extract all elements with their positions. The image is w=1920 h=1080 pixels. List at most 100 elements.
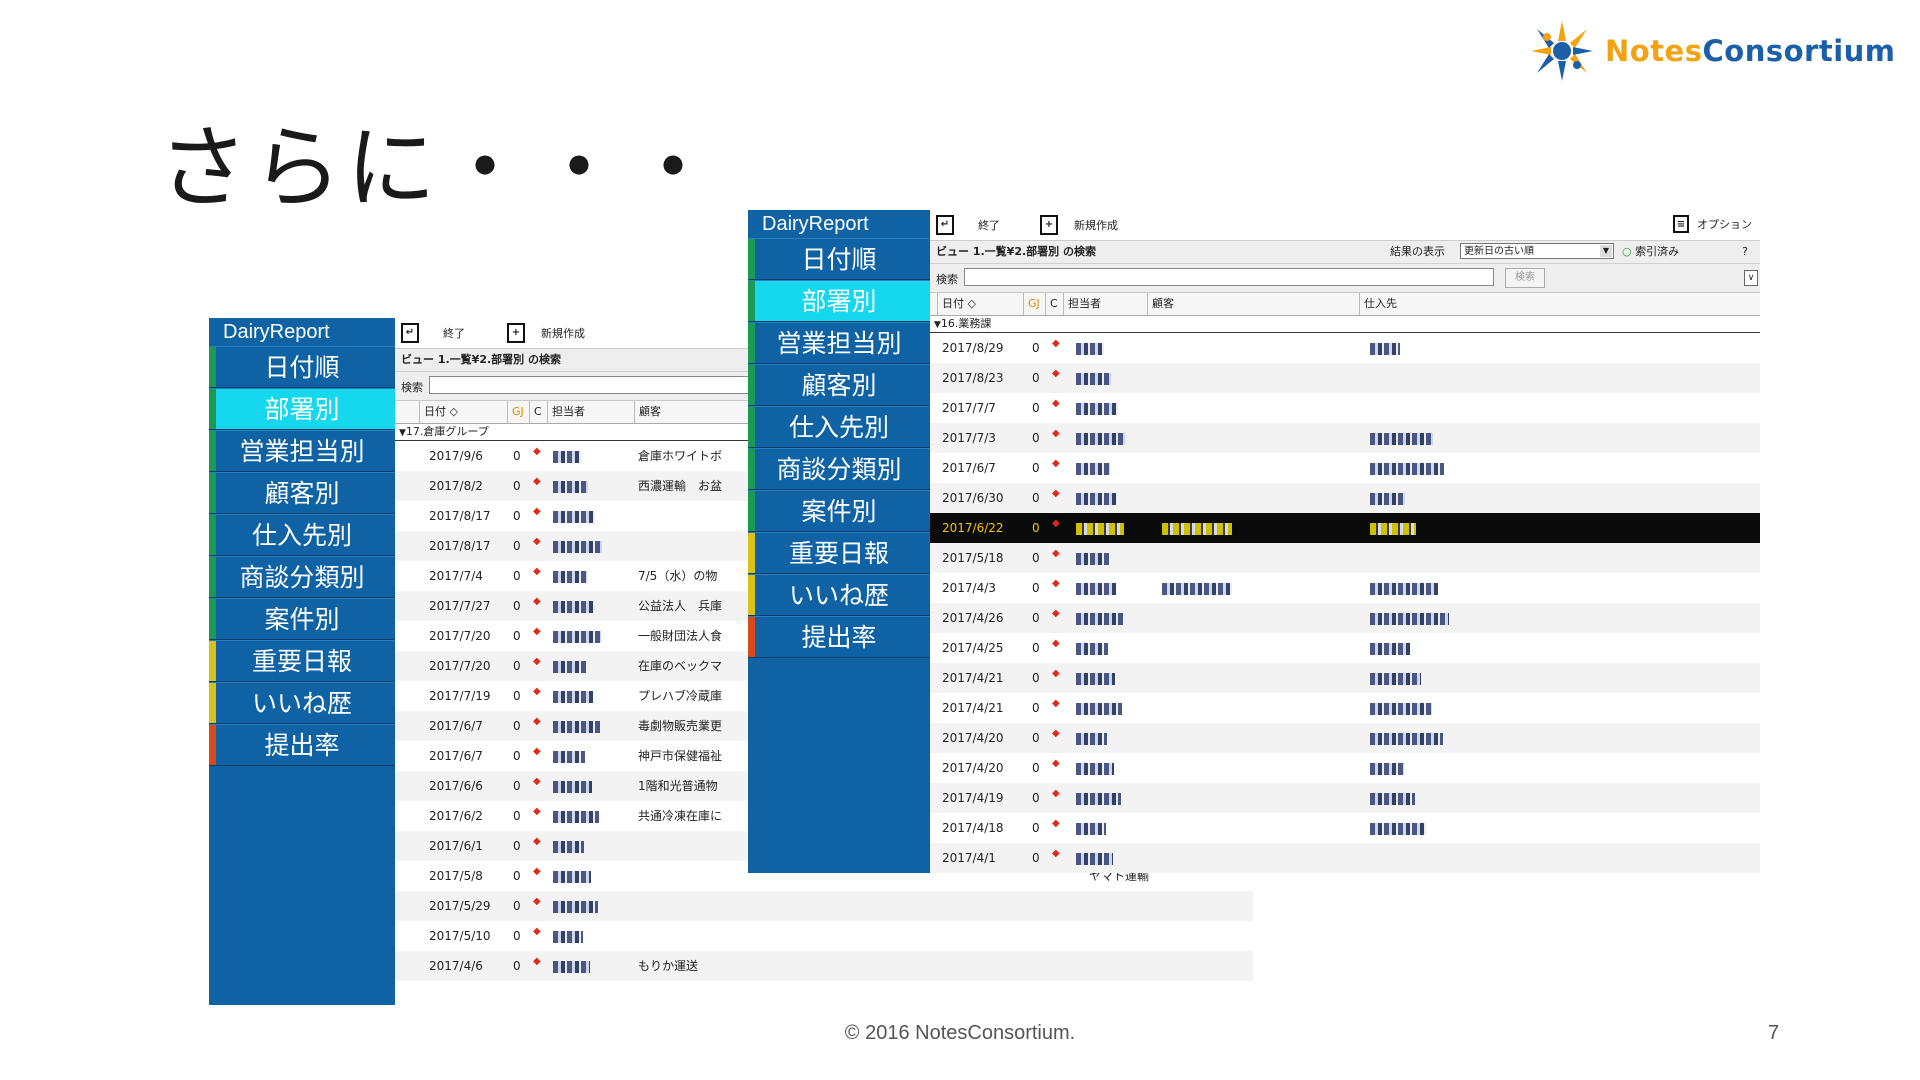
sidebar-item[interactable]: 部署別: [748, 280, 930, 322]
cell-person-redacted: [1076, 483, 1117, 513]
cell-person-redacted: [553, 801, 599, 831]
red-diamond-icon: ◆: [1052, 338, 1060, 349]
red-diamond-icon: ◆: [1052, 788, 1060, 799]
table-row[interactable]: 2017/4/6 0 ◆ もりか運送: [395, 951, 1253, 981]
sidebar-item[interactable]: 提出率: [209, 724, 395, 766]
help-button[interactable]: ?: [1742, 241, 1748, 263]
cell-person-redacted: [553, 741, 585, 771]
toolbar: ↵ 終了 + 新規作成 ≡ オプション: [930, 210, 1760, 241]
redacted-block: [553, 570, 587, 583]
cell-gj: 0: [513, 479, 521, 493]
redacted-block: [553, 540, 602, 553]
redacted-block: [1076, 672, 1115, 685]
header-gj[interactable]: GJ: [1024, 293, 1046, 315]
header-date[interactable]: 日付 ◇: [420, 401, 508, 423]
red-diamond-icon: ◆: [533, 566, 541, 577]
exit-button[interactable]: ↵ 終了: [936, 215, 1000, 235]
redacted-block: [1076, 612, 1123, 625]
sidebar-item[interactable]: 仕入先別: [209, 514, 395, 556]
header-date[interactable]: 日付 ◇: [938, 293, 1024, 315]
redacted-block: [1076, 342, 1104, 355]
cell-gj: 0: [1032, 341, 1040, 355]
red-diamond-icon: ◆: [533, 596, 541, 607]
sidebar-item[interactable]: 顧客別: [209, 472, 395, 514]
cell-gj: 0: [1032, 731, 1040, 745]
cell-date: 2017/5/18: [942, 551, 1004, 565]
search-button[interactable]: 検索: [1505, 268, 1545, 288]
header-person[interactable]: 担当者: [1064, 293, 1148, 315]
exit-button[interactable]: ↵ 終了: [401, 323, 465, 343]
redacted-block: [1370, 642, 1410, 655]
redacted-block: [1370, 762, 1404, 775]
sidebar-item[interactable]: 案件別: [209, 598, 395, 640]
cell-date: 2017/6/22: [942, 521, 1004, 535]
sidebar-item[interactable]: 営業担当別: [748, 322, 930, 364]
cell-person-redacted: [1076, 333, 1104, 363]
sidebar-color-bar: [209, 473, 216, 513]
search-input[interactable]: [964, 268, 1494, 286]
sidebar-item[interactable]: いいね歴: [748, 574, 930, 616]
cell-person-redacted: [1076, 393, 1118, 423]
sidebar-item-label: 日付順: [264, 353, 340, 382]
sidebar-item[interactable]: 部署別: [209, 388, 395, 430]
cell-gj: 0: [1032, 371, 1040, 385]
sidebar-item-label: 商談分類別: [239, 563, 365, 592]
cell-date: 2017/8/17: [429, 539, 491, 553]
cell-supplier-redacted: [1370, 603, 1449, 633]
sidebar-item[interactable]: いいね歴: [209, 682, 395, 724]
cell-date: 2017/6/7: [429, 719, 483, 733]
cell-gj: 0: [513, 599, 521, 613]
sidebar-item[interactable]: 商談分類別: [748, 448, 930, 490]
cell-date: 2017/7/27: [429, 599, 491, 613]
collapse-triangle-icon[interactable]: ▼: [934, 317, 941, 333]
header-customer[interactable]: 顧客: [1148, 293, 1360, 315]
sidebar-item[interactable]: 日付順: [748, 238, 930, 280]
sidebar-item[interactable]: 案件別: [748, 490, 930, 532]
cell-date: 2017/6/1: [429, 839, 483, 853]
red-diamond-icon: ◆: [533, 536, 541, 547]
redacted-block: [1076, 732, 1107, 745]
sidebar-item-label: いいね歴: [788, 581, 889, 610]
expand-chevron-icon[interactable]: ∨: [1744, 270, 1758, 286]
sidebar-color-bar: [209, 557, 216, 597]
cell-gj: 0: [513, 509, 521, 523]
redacted-block: [553, 720, 600, 733]
sidebar-item[interactable]: 重要日報: [748, 532, 930, 574]
cell-customer: もりか運送: [638, 959, 699, 973]
cell-supplier-redacted: [1370, 423, 1433, 453]
sidebar-item[interactable]: 提出率: [748, 616, 930, 658]
header-gj[interactable]: GJ: [508, 401, 530, 423]
sidebar-item[interactable]: 営業担当別: [209, 430, 395, 472]
cell-date: 2017/4/6: [429, 959, 483, 973]
search-bar: 検索 検索 ∨: [930, 264, 1760, 293]
sidebar-item[interactable]: 顧客別: [748, 364, 930, 406]
sidebar-item[interactable]: 仕入先別: [748, 406, 930, 448]
sidebar-item-label: 商談分類別: [776, 455, 902, 484]
table-row[interactable]: 2017/4/1 0 ◆: [930, 843, 1760, 873]
cell-customer: 1階和光普通物: [638, 779, 718, 793]
header-c[interactable]: C: [1046, 293, 1064, 315]
view-title: ビュー 1.一覧¥2.部署別 の検索 結果の表示 更新日の古い順 ▼ ○ 索引済…: [930, 241, 1760, 264]
new-button[interactable]: + 新規作成: [507, 323, 585, 343]
table-row[interactable]: 2017/5/29 0 ◆: [395, 891, 1253, 921]
redacted-block: [1162, 522, 1232, 535]
sidebar-item[interactable]: 日付順: [209, 346, 395, 388]
header-c[interactable]: C: [530, 401, 548, 423]
table-row[interactable]: 2017/5/10 0 ◆: [395, 921, 1253, 951]
collapse-triangle-icon[interactable]: ▼: [399, 425, 406, 441]
options-button[interactable]: ≡ オプション: [1673, 215, 1752, 233]
chevron-down-icon[interactable]: ▼: [1600, 245, 1612, 257]
header-supplier[interactable]: 仕入先: [1360, 293, 1760, 315]
header-person[interactable]: 担当者: [548, 401, 635, 423]
redacted-block: [553, 600, 594, 613]
cell-gj: 0: [1032, 791, 1040, 805]
sidebar-item[interactable]: 重要日報: [209, 640, 395, 682]
sort-order-select[interactable]: 更新日の古い順 ▼: [1460, 243, 1614, 259]
cell-gj: 0: [1032, 821, 1040, 835]
cell-person-redacted: [1076, 363, 1111, 393]
sidebar-item[interactable]: 商談分類別: [209, 556, 395, 598]
redacted-block: [1370, 492, 1405, 505]
redacted-block: [553, 960, 590, 973]
sidebar-color-bar: [748, 449, 755, 489]
new-button[interactable]: + 新規作成: [1040, 215, 1118, 235]
